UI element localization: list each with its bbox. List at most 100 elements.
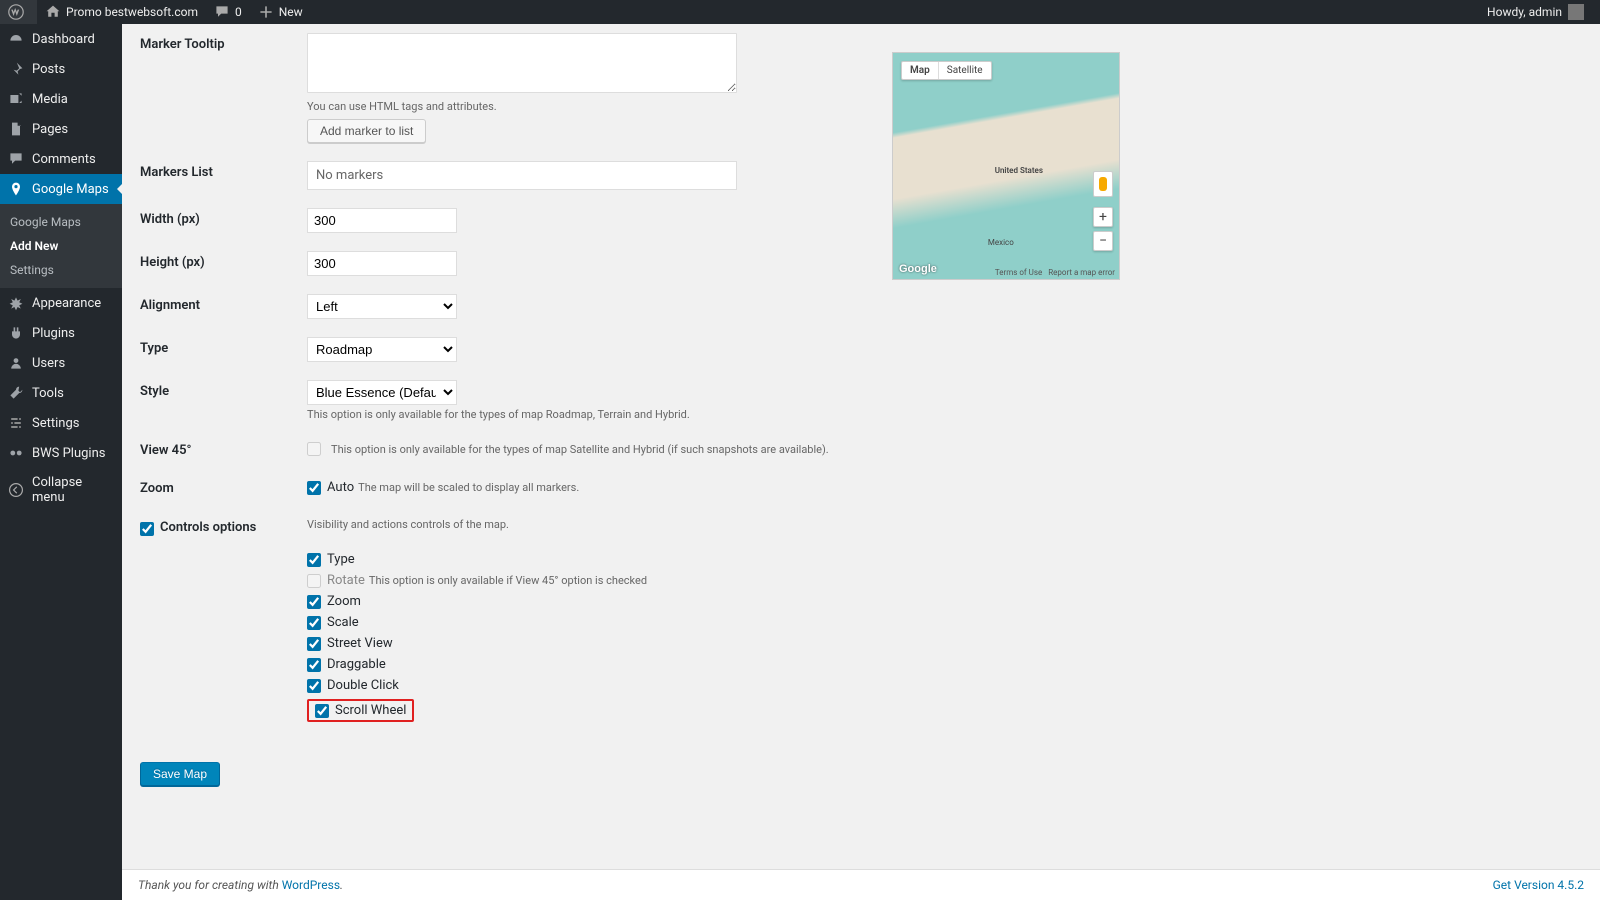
ctrl-draggable-checkbox[interactable] — [307, 658, 321, 672]
zoom-label: Zoom — [140, 477, 307, 498]
footer-wp-link[interactable]: WordPress — [282, 878, 340, 892]
zoom-out-button[interactable]: − — [1093, 231, 1113, 251]
ctrl-type-label: Type — [327, 552, 355, 567]
plus-icon — [258, 4, 274, 20]
ctrl-zoom-checkbox[interactable] — [307, 595, 321, 609]
type-label: Type — [140, 337, 307, 362]
site-name-link[interactable]: Promo bestwebsoft.com — [37, 0, 206, 24]
ctrl-doubleclick-checkbox[interactable] — [307, 679, 321, 693]
map-label-mexico: Mexico — [988, 238, 1014, 247]
markers-list-box[interactable]: No markers — [307, 161, 737, 190]
map-type-map[interactable]: Map — [902, 62, 939, 79]
sidebar-item-pages[interactable]: Pages — [0, 114, 122, 144]
users-icon — [8, 355, 24, 371]
scroll-wheel-highlight: Scroll Wheel — [307, 699, 414, 722]
add-marker-button[interactable]: Add marker to list — [307, 119, 426, 143]
sidebar-item-posts[interactable]: Posts — [0, 54, 122, 84]
style-hint: This option is only available for the ty… — [307, 408, 1582, 421]
pegman-icon — [1099, 177, 1107, 191]
zoom-in-button[interactable]: + — [1093, 207, 1113, 227]
howdy-text: Howdy, admin — [1487, 5, 1562, 19]
sidebar-item-plugins[interactable]: Plugins — [0, 318, 122, 348]
map-type-switch: Map Satellite — [901, 61, 992, 80]
admin-topbar: Promo bestwebsoft.com 0 New Howdy, admin — [0, 0, 1600, 24]
sidebar-item-settings[interactable]: Settings — [0, 408, 122, 438]
controls-options-checkbox[interactable] — [140, 522, 154, 536]
submenu-settings[interactable]: Settings — [0, 258, 122, 282]
ctrl-scale-label: Scale — [327, 615, 359, 630]
pegman-control[interactable] — [1093, 171, 1113, 197]
submenu-add-new[interactable]: Add New — [0, 234, 122, 258]
height-input[interactable] — [307, 251, 457, 276]
footer-thanks: Thank you for creating with — [138, 878, 282, 892]
sidebar-item-tools[interactable]: Tools — [0, 378, 122, 408]
style-label: Style — [140, 380, 307, 421]
comments-icon — [8, 151, 24, 167]
new-label: New — [279, 5, 303, 19]
home-icon — [45, 4, 61, 20]
new-content-link[interactable]: New — [250, 0, 311, 24]
sidebar-item-appearance[interactable]: Appearance — [0, 288, 122, 318]
wp-logo-menu[interactable] — [0, 0, 37, 24]
ctrl-type-checkbox[interactable] — [307, 553, 321, 567]
ctrl-scale-checkbox[interactable] — [307, 616, 321, 630]
map-label-us: United States — [995, 166, 1043, 175]
collapse-icon — [8, 482, 24, 498]
ctrl-rotate-checkbox — [307, 574, 321, 588]
map-controls: + − — [1093, 171, 1113, 251]
ctrl-rotate-label: Rotate — [327, 573, 365, 588]
comments-link[interactable]: 0 — [206, 0, 250, 24]
ctrl-draggable-label: Draggable — [327, 657, 386, 672]
admin-sidebar: Dashboard Posts Media Pages Comments Goo… — [0, 24, 122, 900]
map-preview[interactable]: Map Satellite United States Mexico + − G… — [892, 52, 1120, 280]
settings-icon — [8, 415, 24, 431]
map-report-link[interactable]: Report a map error — [1048, 268, 1115, 277]
submenu-google-maps[interactable]: Google Maps — [0, 210, 122, 234]
map-type-satellite[interactable]: Satellite — [939, 62, 991, 79]
zoom-auto-checkbox[interactable] — [307, 481, 321, 495]
main-content: Map Satellite United States Mexico + − G… — [122, 24, 1600, 826]
plugin-icon — [8, 325, 24, 341]
avatar — [1568, 4, 1584, 20]
alignment-select[interactable]: Left — [307, 294, 457, 319]
page-icon — [8, 121, 24, 137]
sidebar-item-google-maps[interactable]: Google Maps — [0, 174, 122, 204]
media-icon — [8, 91, 24, 107]
ctrl-rotate-hint: This option is only available if View 45… — [369, 574, 647, 587]
controls-hint: Visibility and actions controls of the m… — [307, 518, 1582, 531]
ctrl-streetview-label: Street View — [327, 636, 393, 651]
map-footer-links: Terms of Use Report a map error — [995, 268, 1115, 277]
ctrl-streetview-checkbox[interactable] — [307, 637, 321, 651]
tools-icon — [8, 385, 24, 401]
ctrl-scrollwheel-checkbox[interactable] — [315, 704, 329, 718]
view45-label: View 45° — [140, 439, 307, 459]
wordpress-icon — [8, 4, 24, 20]
sidebar-collapse[interactable]: Collapse menu — [0, 468, 122, 512]
controls-options-label: Controls options — [160, 520, 256, 535]
type-select[interactable]: Roadmap — [307, 337, 457, 362]
footer-version-link[interactable]: Get Version 4.5.2 — [1493, 878, 1584, 892]
howdy-account[interactable]: Howdy, admin — [1479, 0, 1592, 24]
admin-footer: Thank you for creating with WordPress. G… — [122, 869, 1600, 900]
sidebar-item-users[interactable]: Users — [0, 348, 122, 378]
height-label: Height (px) — [140, 251, 307, 276]
sidebar-item-dashboard[interactable]: Dashboard — [0, 24, 122, 54]
zoom-hint: The map will be scaled to display all ma… — [358, 481, 579, 494]
map-terms-link[interactable]: Terms of Use — [995, 268, 1042, 277]
save-map-button[interactable]: Save Map — [140, 762, 220, 786]
sidebar-item-bws-plugins[interactable]: BWS Plugins — [0, 438, 122, 468]
pin-icon — [8, 61, 24, 77]
view45-checkbox — [307, 442, 321, 456]
dashboard-icon — [8, 31, 24, 47]
view45-hint: This option is only available for the ty… — [331, 443, 829, 456]
marker-tooltip-label: Marker Tooltip — [140, 33, 307, 143]
style-select[interactable]: Blue Essence (Default) — [307, 380, 457, 405]
sidebar-item-media[interactable]: Media — [0, 84, 122, 114]
zoom-auto-label: Auto — [327, 480, 354, 495]
marker-tooltip-textarea[interactable] — [307, 33, 737, 93]
sidebar-item-comments[interactable]: Comments — [0, 144, 122, 174]
width-input[interactable] — [307, 208, 457, 233]
ctrl-zoom-label: Zoom — [327, 594, 361, 609]
width-label: Width (px) — [140, 208, 307, 233]
appearance-icon — [8, 295, 24, 311]
